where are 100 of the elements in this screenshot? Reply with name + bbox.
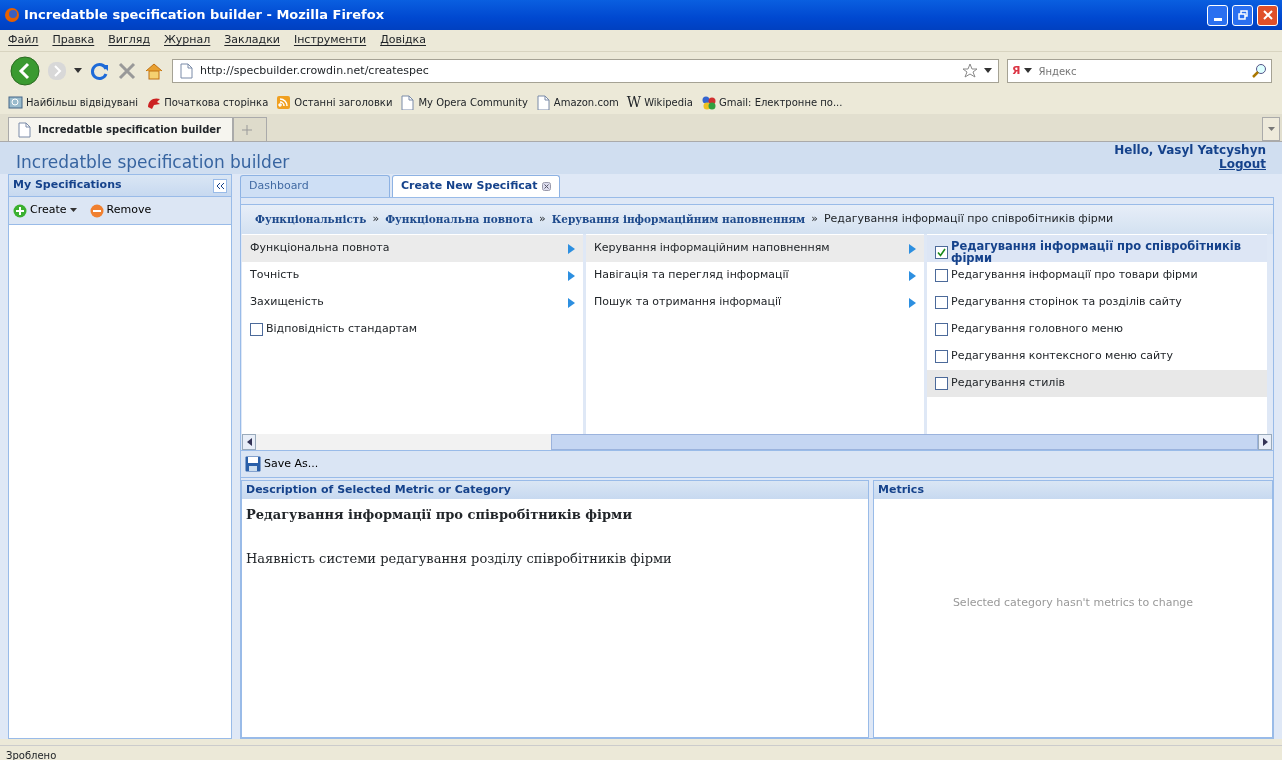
empty-message: Selected category hasn't metrics to change	[952, 594, 1194, 611]
arrow-right-icon	[568, 297, 575, 308]
dropdown-icon[interactable]	[984, 68, 992, 74]
checkbox[interactable]	[935, 323, 948, 336]
arrow-right-icon	[909, 243, 916, 254]
page-icon	[400, 94, 416, 110]
wiki-logo-icon: W	[626, 91, 642, 113]
collapse-button[interactable]	[213, 178, 227, 193]
bookmark-link[interactable]: Gmail: Електронне по...	[700, 94, 843, 110]
logout-link[interactable]: Logout	[1219, 156, 1266, 171]
browser-tab[interactable]: Incredatble specification builder	[8, 117, 233, 141]
menu-item[interactable]: Довідка	[380, 32, 426, 49]
create-button[interactable]: Create	[13, 202, 78, 219]
plus-icon	[242, 124, 252, 135]
category-item[interactable]: Керування інформаційним наповненням	[586, 235, 924, 262]
menu-item[interactable]: Вигляд	[108, 32, 150, 49]
scrollbar-thumb[interactable]	[551, 434, 1258, 450]
caret-icon	[69, 207, 78, 214]
arrow-left-icon	[246, 438, 252, 446]
rss-icon	[276, 94, 292, 110]
reload-button[interactable]	[90, 61, 110, 81]
close-icon	[1262, 10, 1273, 20]
checkbox[interactable]	[935, 377, 948, 390]
checkbox[interactable]	[935, 246, 948, 259]
checkbox[interactable]	[935, 296, 948, 309]
tab-list-button[interactable]	[1262, 117, 1280, 141]
back-button[interactable]	[10, 56, 40, 86]
restore-button[interactable]	[1232, 4, 1253, 26]
bookmark-link[interactable]: My Opera Community	[400, 94, 528, 110]
category-item[interactable]: Навігація та перегляд інформації	[586, 262, 924, 289]
checkbox[interactable]	[935, 350, 948, 363]
page-icon	[535, 94, 551, 110]
search-field[interactable]: Я Яндекс	[1007, 59, 1272, 83]
description-text: Наявність системи редагування розділу співробітників фірми	[246, 549, 673, 568]
save-as-button[interactable]: Save As...	[245, 455, 319, 473]
checkbox[interactable]	[250, 323, 263, 336]
metric-row[interactable]: Редагування головного меню	[927, 316, 1267, 343]
bookmark-link[interactable]: Amazon.com	[535, 94, 619, 110]
breadcrumb-separator: »	[539, 211, 546, 228]
arrow-right-icon	[909, 270, 916, 281]
tab[interactable]: Create New Specificat	[392, 175, 560, 197]
breadcrumb-separator: »	[372, 211, 380, 228]
category-item[interactable]: Точність	[242, 262, 583, 289]
history-dropdown-icon[interactable]	[74, 68, 82, 74]
description-title: Редагування інформації про співробітників фірми	[246, 506, 634, 524]
breadcrumb-link[interactable]: Функціональність	[255, 211, 367, 228]
home-button[interactable]	[144, 61, 164, 81]
bookmark-link[interactable]: Останні заголовки	[276, 94, 393, 110]
metric-row[interactable]: Редагування контексного меню сайту	[927, 343, 1267, 370]
colored-dots-icon	[700, 94, 716, 110]
checkmark-icon	[937, 248, 946, 257]
checkbox-label: Редагування головного меню	[951, 321, 1123, 338]
close-button[interactable]	[1257, 4, 1278, 26]
menu-item[interactable]: Інструменти	[293, 32, 367, 49]
address-field[interactable]: http://specbuilder.crowdin.net/createspec	[172, 59, 999, 83]
metric-row[interactable]: Редагування стилів	[927, 370, 1267, 397]
bookmark-link[interactable]: Найбільш відвідувані	[8, 94, 139, 110]
metric-row[interactable]: Редагування сторінок та розділів сайту	[927, 289, 1267, 316]
bookmark-star-icon[interactable]	[962, 63, 978, 79]
breadcrumb-link[interactable]: Керування інформаційним наповненням	[551, 211, 806, 228]
breadcrumb-current: Редагування інформації про співробітників фірми	[823, 211, 1114, 228]
bookmark-link[interactable]: W Wikipedia	[626, 91, 693, 113]
panel-title: My Specifications	[13, 177, 122, 194]
checkbox-label: Редагування контексного меню сайту	[951, 348, 1173, 365]
checkbox-label: Редагування стилів	[951, 375, 1065, 392]
search-engine-logo[interactable]: Я	[1012, 62, 1021, 80]
plus-circle-icon	[13, 203, 27, 218]
browser-logo-icon	[4, 7, 20, 23]
minimize-button[interactable]	[1207, 4, 1228, 26]
metric-row[interactable]: Відповідність стандартам	[242, 316, 583, 343]
category-item[interactable]: Функціональна повнота	[242, 235, 583, 262]
double-chevron-icon	[215, 181, 225, 190]
menu-item[interactable]: Журнал	[164, 32, 211, 49]
menu-item[interactable]: Файл	[8, 32, 39, 49]
panel-title: Description of Selected Metric or Category	[242, 481, 868, 499]
caret-icon	[1267, 126, 1275, 132]
remove-button[interactable]: Remove	[89, 202, 152, 219]
close-icon[interactable]	[541, 182, 551, 191]
menu-item[interactable]: Правка	[52, 32, 95, 49]
arrow-right-icon	[568, 270, 575, 281]
category-item[interactable]: Захищеність	[242, 289, 583, 316]
window-title: Incredatble specification builder - Mozilla Firefox	[24, 6, 386, 25]
breadcrumb-link[interactable]: Функціональна повнота	[385, 211, 533, 228]
checkbox[interactable]	[935, 269, 948, 282]
greeting-text: Hello, Vasyl Yatcyshyn	[1114, 144, 1266, 158]
arrow-right-icon	[568, 243, 575, 254]
restore-icon	[1237, 10, 1248, 20]
panel-title: Metrics	[874, 481, 1272, 499]
menu-item[interactable]: Закладки	[224, 32, 280, 49]
tab[interactable]: Dashboard	[240, 175, 390, 197]
minus-circle-icon	[89, 203, 104, 218]
page-icon	[179, 63, 194, 79]
search-icon[interactable]	[1251, 63, 1267, 79]
category-item[interactable]: Пошук та отримання інформації	[586, 289, 924, 316]
bookmark-link[interactable]: Початкова сторінка	[146, 94, 269, 110]
dropdown-icon[interactable]	[1024, 68, 1033, 74]
breadcrumb-separator: »	[811, 211, 818, 228]
checkbox-label: Редагування інформації про співробітників фірми	[951, 241, 1242, 264]
app-title: Incredatble specification builder	[16, 151, 290, 174]
arrow-right-icon	[909, 297, 916, 308]
